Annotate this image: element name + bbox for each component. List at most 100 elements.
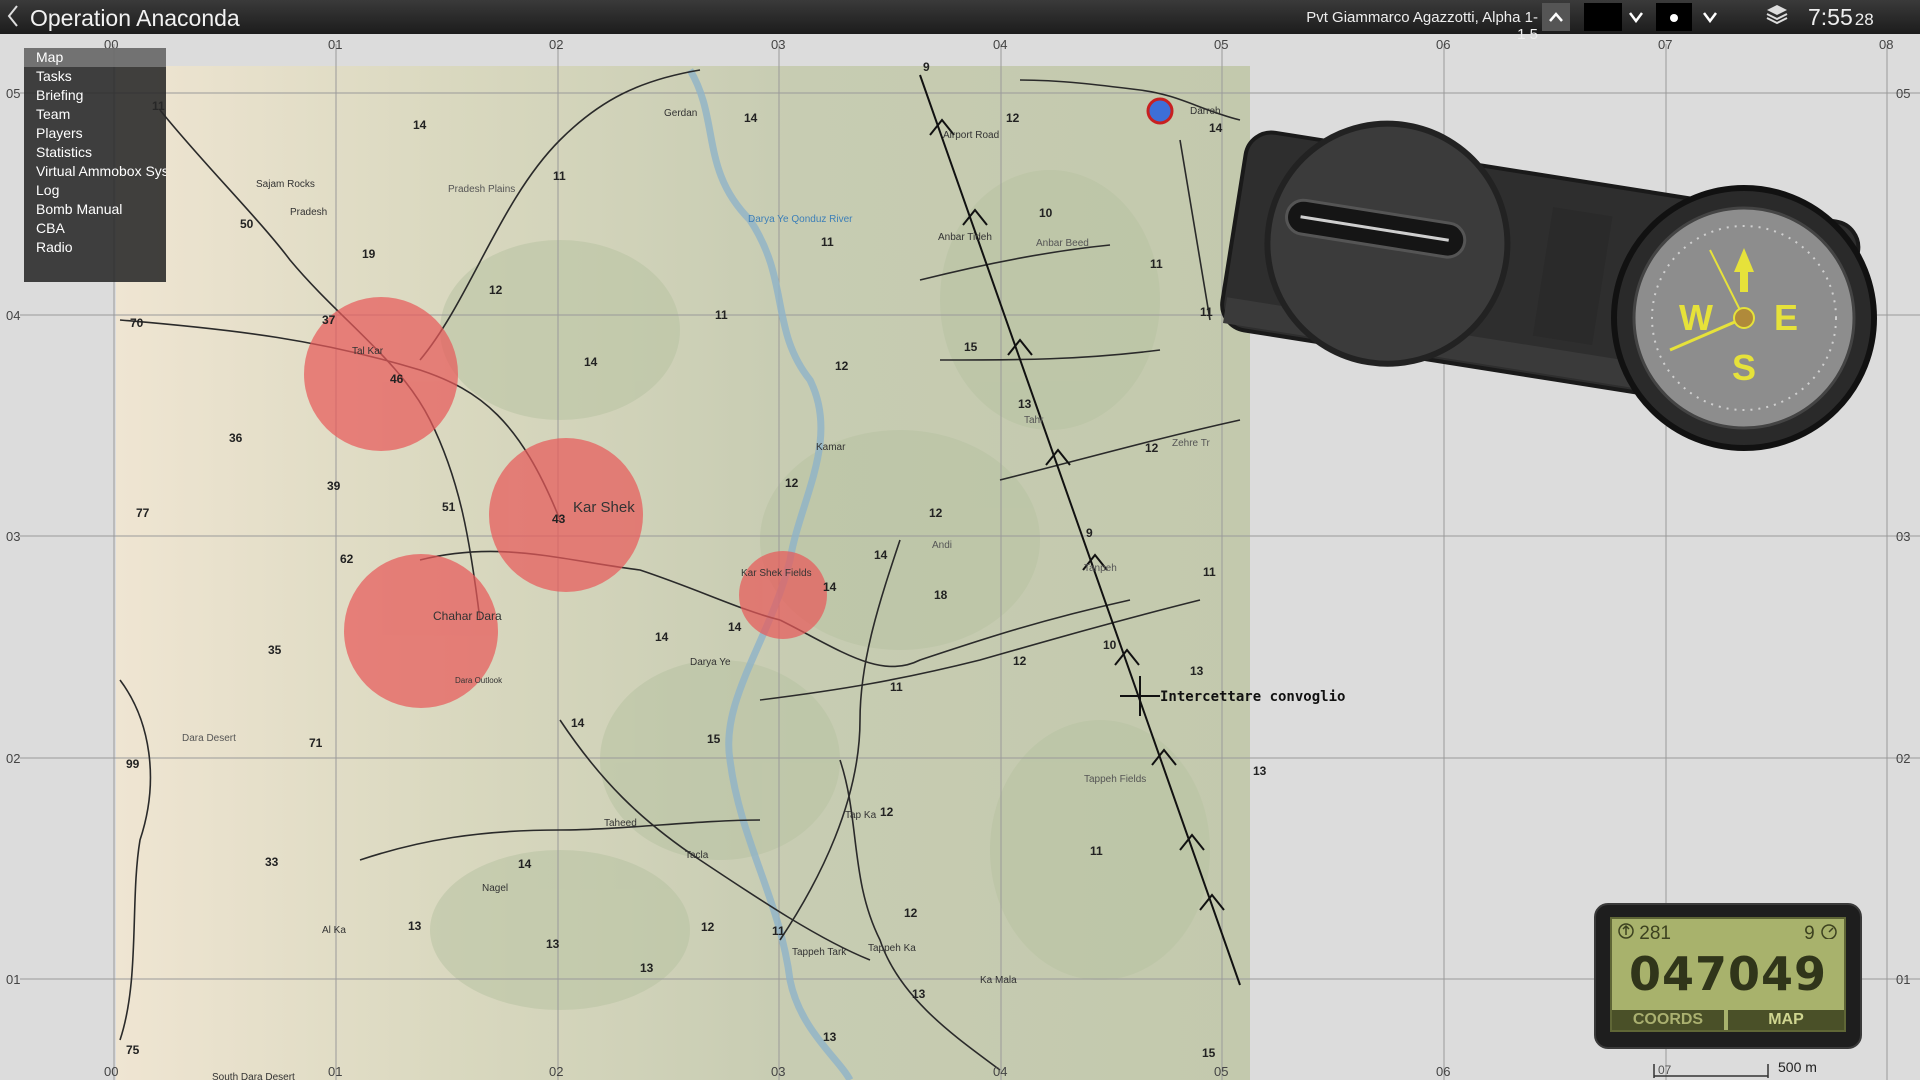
marker-shape-dropdown[interactable]: [1698, 3, 1722, 31]
location-label: Tahr: [1024, 415, 1044, 426]
location-label: Al Ka: [322, 925, 346, 936]
location-label: Dara Outlook: [455, 676, 503, 685]
gps-heading: 281: [1618, 923, 1671, 945]
elevation-label: 12: [489, 283, 503, 297]
menu-item-cba[interactable]: CBA: [24, 219, 166, 238]
elevation-label: 14: [823, 580, 837, 594]
scale-tick: 07: [1658, 1063, 1672, 1077]
location-label: Kar Shek Fields: [741, 568, 812, 579]
grid-label: 05: [1214, 1064, 1228, 1079]
compass[interactable]: W E S: [1217, 101, 1877, 451]
location-label: Darreh: [1190, 106, 1221, 117]
location-label: Airport Road: [943, 130, 999, 141]
grid-label: 03: [1896, 529, 1910, 544]
menu-item-players[interactable]: Players: [24, 124, 166, 143]
back-button[interactable]: [6, 4, 20, 35]
grid-label: 02: [6, 751, 20, 766]
elevation-label: 18: [934, 588, 948, 602]
menu-item-tasks[interactable]: Tasks: [24, 67, 166, 86]
elevation-label: 11: [1150, 257, 1163, 271]
elevation-label: 77: [136, 506, 150, 520]
grid-label: 02: [549, 1064, 563, 1079]
elevation-label: 13: [1253, 764, 1267, 778]
menu-item-map[interactable]: Map: [24, 48, 166, 67]
elevation-label: 19: [362, 247, 376, 261]
elevation-label: 14: [728, 620, 742, 634]
elevation-label: 13: [1190, 664, 1204, 678]
elevation-label: 12: [785, 476, 799, 490]
elevation-label: 50: [240, 217, 254, 231]
elevation-label: 39: [327, 479, 341, 493]
location-label: South Dara Desert: [212, 1072, 295, 1080]
location-label: Gerdan: [664, 108, 697, 119]
grid-label: 05: [1896, 86, 1910, 101]
grid-label: 01: [1896, 972, 1910, 987]
layers-icon: [1766, 5, 1788, 25]
elevation-label: 14: [584, 355, 598, 369]
elevation-label: 43: [552, 512, 566, 526]
grid-label: 03: [771, 37, 785, 52]
menu-item-bomb-manual[interactable]: Bomb Manual: [24, 200, 166, 219]
dot-icon: [1670, 14, 1678, 22]
menu-item-statistics[interactable]: Statistics: [24, 143, 166, 162]
compass-letter-e: E: [1774, 297, 1798, 338]
gps-tab-coords[interactable]: COORDS: [1612, 1010, 1724, 1030]
mission-title: Operation Anaconda: [30, 5, 240, 31]
grid-label: 08: [1879, 37, 1893, 52]
elevation-label: 15: [707, 732, 721, 746]
elevation-label: 9: [1086, 526, 1093, 540]
elevation-label: 11: [715, 308, 728, 322]
elevation-label: 12: [929, 506, 943, 520]
elevation-label: 12: [701, 920, 715, 934]
elevation-label: 99: [126, 757, 140, 771]
scale-label: 500 m: [1778, 1059, 1817, 1075]
gps-device[interactable]: 281 9 047049 COORDS MAP: [1594, 903, 1862, 1049]
clock-seconds: 28: [1854, 10, 1874, 29]
gps-tab-map[interactable]: MAP: [1728, 1010, 1844, 1030]
grid-label: 04: [6, 308, 20, 323]
elevation-label: 71: [309, 736, 323, 750]
grid-label: 02: [549, 37, 563, 52]
elevation-label: 36: [229, 431, 243, 445]
menu-item-briefing[interactable]: Briefing: [24, 86, 166, 105]
elevation-label: 12: [1013, 654, 1027, 668]
location-label: Anbar Tideh: [938, 232, 992, 243]
menu-item-radio[interactable]: Radio: [24, 238, 166, 257]
grid-label: 01: [328, 37, 342, 52]
marker-shape-button[interactable]: [1656, 3, 1692, 31]
color-dropdown[interactable]: [1624, 3, 1648, 31]
elevation-label: 11: [1203, 565, 1216, 579]
player-marker[interactable]: [1146, 97, 1174, 125]
gps-coordinates: 047049: [1628, 947, 1828, 1001]
color-swatch[interactable]: [1584, 3, 1622, 31]
collapse-button[interactable]: [1542, 3, 1570, 31]
menu-item-log[interactable]: Log: [24, 181, 166, 200]
elevation-label: 11: [821, 235, 834, 249]
grid-label: 00: [104, 1064, 118, 1079]
location-label: Chahar Dara: [433, 609, 502, 623]
elevation-label: 51: [442, 500, 456, 514]
location-label: Kar Shek: [573, 499, 635, 516]
menu-item-team[interactable]: Team: [24, 105, 166, 124]
heading-icon: [1618, 923, 1634, 939]
location-label: Tal Kar: [352, 346, 384, 357]
compass-letter-s: S: [1732, 347, 1756, 388]
elevation-label: 10: [1103, 638, 1117, 652]
elevation-label: 11: [553, 169, 566, 183]
top-bar: Operation Anaconda Pvt Giammarco Agazzot…: [0, 0, 1920, 43]
menu-item-virtual-ammobox[interactable]: Virtual Ammobox System: [24, 162, 166, 181]
grid-label: 01: [328, 1064, 342, 1079]
location-label: Tappeh Tark: [792, 947, 847, 958]
game-clock: 7:55 28: [1808, 4, 1874, 31]
location-label: Tappeh Ka: [868, 943, 916, 954]
grid-label: 05: [6, 86, 20, 101]
grid-label: 03: [771, 1064, 785, 1079]
location-label: Taheed: [604, 818, 637, 829]
task-label[interactable]: Intercettare convoglio: [1160, 689, 1345, 705]
location-label: Dara Desert: [182, 733, 236, 744]
elevation-label: 70: [130, 316, 144, 330]
layers-button[interactable]: [1762, 3, 1792, 31]
chevron-down-icon: [1703, 12, 1717, 24]
elevation-label: 12: [880, 805, 894, 819]
grid-label: 02: [1896, 751, 1910, 766]
